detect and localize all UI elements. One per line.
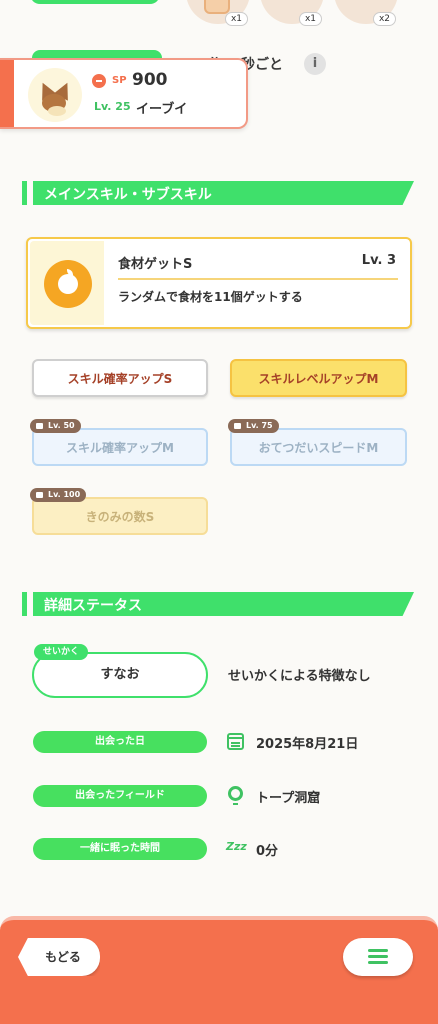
subskill-button-4[interactable]: おてつだいスピードM	[230, 428, 407, 466]
nature-description: せいかくによる特徴なし	[228, 669, 371, 684]
ingredient-count: x2	[372, 12, 396, 26]
info-icon[interactable]: i	[304, 53, 326, 75]
main-skill-level: Lv. 3	[361, 253, 396, 268]
met-date-value: 2025年8月21日	[256, 737, 359, 752]
section-header-status: 詳細ステータス	[22, 592, 414, 616]
ingredient-slot-1: x1	[186, 0, 250, 26]
pokeball-icon	[92, 74, 106, 88]
divider	[118, 278, 398, 280]
menu-icon	[368, 949, 388, 952]
sp-value: 900	[132, 70, 168, 90]
pokemon-avatar	[28, 68, 82, 122]
apple-icon	[44, 260, 92, 308]
zzz-icon: Zzz	[226, 840, 247, 853]
sp-label: SP	[112, 75, 127, 86]
main-skill-card[interactable]: 食材ゲットS Lv. 3 ランダムで食材を11個ゲットする	[26, 237, 412, 329]
main-skill-name: 食材ゲットS	[118, 257, 193, 272]
section-title: メインスキル・サブスキル	[44, 187, 212, 203]
sleep-time-value: 0分	[256, 844, 279, 859]
ingredient-count: x1	[298, 12, 322, 26]
subskill-button-2[interactable]: スキルレベルアップM	[230, 359, 407, 397]
pokemon-level: Lv. 25	[94, 100, 131, 113]
menu-button[interactable]	[343, 938, 413, 976]
lock-level-tag: Lv. 75	[228, 419, 279, 433]
subskill-button-3[interactable]: スキル確率アップM	[32, 428, 208, 466]
nature-tag: せいかく	[34, 644, 89, 660]
subskill-button-1[interactable]: スキル確率アップS	[32, 359, 208, 397]
met-field-value: トープ洞窟	[256, 791, 321, 806]
pokemon-name: イーブイ	[136, 102, 188, 117]
ingredient-slot-2: x1	[260, 0, 324, 26]
location-pin-icon	[228, 786, 243, 805]
section-header-skills: メインスキル・サブスキル	[22, 181, 414, 205]
skill-icon-panel	[30, 241, 104, 325]
sleep-time-label: 一緒に眠った時間	[33, 838, 207, 860]
lock-level-tag: Lv. 100	[30, 488, 87, 502]
met-field-label: 出会ったフィールド	[33, 785, 207, 807]
met-date-label: 出会った日	[33, 731, 207, 753]
ingredient-slot-3: x2	[334, 0, 398, 26]
top-partial-bar	[30, 0, 160, 4]
calendar-icon	[227, 733, 244, 750]
ingredient-icon	[204, 0, 230, 14]
main-skill-description: ランダムで食材を11個ゲットする	[118, 290, 303, 304]
ingredient-count: x1	[224, 12, 248, 26]
lock-level-tag: Lv. 50	[30, 419, 81, 433]
section-title: 詳細ステータス	[44, 598, 142, 614]
card-accent-stripe	[0, 60, 14, 127]
subskill-button-5[interactable]: きのみの数S	[32, 497, 208, 535]
back-button[interactable]: もどる	[18, 938, 100, 976]
pokemon-summary-card[interactable]: SP 900 Lv. 25 イーブイ	[0, 58, 248, 129]
